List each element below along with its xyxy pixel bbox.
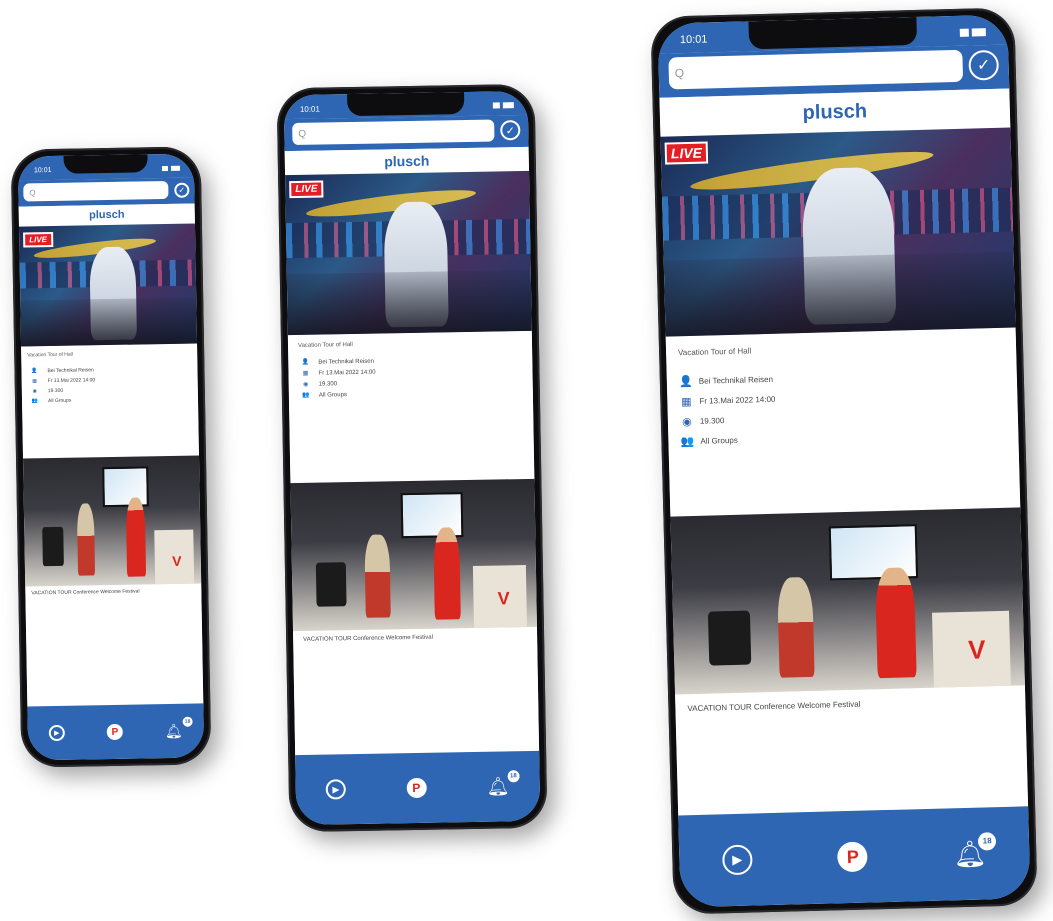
phone-screen: 10:01 Q ✓ plusch LIVE Vacation Tour of H…	[283, 90, 541, 826]
live-stream-thumbnail[interactable]: LIVE	[660, 127, 1016, 337]
eye-icon: ◉	[303, 381, 309, 388]
organizer-row: 👤 Bei Technikal Reisen	[27, 366, 191, 375]
status-icons	[492, 102, 514, 109]
top-bar: Q ✓	[284, 114, 529, 152]
live-badge: LIVE	[23, 231, 54, 248]
audience-row: 👥 All Groups	[28, 396, 192, 405]
live-stream-thumbnail[interactable]: LIVE	[18, 223, 198, 347]
check-circle-icon[interactable]: ✓	[174, 182, 190, 198]
play-tab-icon[interactable]: ▶	[325, 779, 347, 800]
event-photo[interactable]: V	[670, 507, 1025, 695]
bottom-tab-bar: ▶ P 🔔︎ 18	[27, 703, 205, 761]
date-row: ▦ Fr 13.Mai 2022 14:00	[298, 366, 522, 377]
live-stream-thumbnail[interactable]: LIVE	[285, 170, 532, 336]
person-icon: 👤	[678, 375, 693, 389]
views-row: ◉ 19.300	[680, 407, 1006, 429]
search-icon: Q	[674, 66, 685, 81]
check-circle-icon[interactable]: ✓	[500, 120, 521, 141]
phone-medium: 10:01 Q ✓ plusch LIVE Vacation Tour of H…	[276, 83, 548, 833]
status-time: 10:01	[33, 166, 52, 174]
event-card[interactable]: Vacation Tour of Hall 👤 Bei Technikal Rei…	[665, 327, 1021, 517]
event-card[interactable]: Vacation Tour of Hall 👤 Bei Technikal Rei…	[21, 343, 199, 459]
status-time: 10:01	[299, 104, 320, 114]
person-icon: 👤	[31, 368, 38, 375]
event-title: Vacation Tour of Hall	[27, 351, 73, 359]
event-photo[interactable]: V	[290, 478, 537, 632]
bottom-tab-bar: ▶ P 🔔︎ 18	[295, 750, 541, 826]
eye-icon: ◉	[681, 415, 692, 429]
home-tab-icon[interactable]: P	[406, 777, 427, 799]
search-input[interactable]: Q	[292, 119, 495, 146]
views-row: ◉ 19.300	[28, 386, 192, 395]
phone-large: 10:01 Q ✓ plusch LIVE Vacation Tour of H…	[650, 7, 1038, 915]
live-badge: LIVE	[289, 180, 324, 199]
status-icons	[161, 165, 181, 171]
home-tab-icon[interactable]: P	[106, 723, 124, 741]
event-caption[interactable]: VACATION TOUR Conference Welcome Festiva…	[293, 626, 540, 756]
check-circle-icon[interactable]: ✓	[968, 49, 1000, 81]
date-row: ▦ Fr 13.Mai 2022 14:00	[28, 376, 192, 385]
event-caption[interactable]: VACATION TOUR Conference Welcome Festiva…	[25, 583, 204, 707]
bell-icon[interactable]: 🔔︎ 18	[165, 716, 193, 739]
event-title: Vacation Tour of Hall	[677, 346, 752, 358]
search-input[interactable]: Q	[668, 49, 964, 90]
status-time: 10:01	[679, 33, 708, 47]
event-caption[interactable]: VACATION TOUR Conference Welcome Festiva…	[675, 685, 1029, 816]
audience-row: 👥 All Groups	[299, 388, 523, 399]
phone-small: 10:01 Q ✓ plusch LIVE Vacation Tour of H…	[10, 146, 212, 768]
v-logo: V	[497, 588, 510, 609]
phone-screen: 10:01 Q ✓ plusch LIVE Vacation Tour of H…	[657, 14, 1031, 908]
bottom-tab-bar: ▶ P 🔔︎ 18	[678, 806, 1031, 908]
phone-screen: 10:01 Q ✓ plusch LIVE Vacation Tour of H…	[17, 153, 205, 761]
calendar-icon: ▦	[681, 395, 692, 409]
play-tab-icon[interactable]: ▶	[48, 724, 65, 742]
play-tab-icon[interactable]: ▶	[721, 844, 753, 876]
notch	[748, 16, 918, 50]
search-icon: Q	[298, 128, 307, 140]
notch	[63, 154, 149, 174]
group-icon: 👥	[680, 435, 695, 449]
event-photo[interactable]: V	[23, 455, 202, 587]
notification-badge: 18	[182, 716, 193, 727]
event-title: Vacation Tour of Hall	[297, 342, 353, 349]
calendar-icon: ▦	[32, 378, 38, 385]
calendar-icon: ▦	[302, 370, 309, 377]
status-icons	[959, 28, 986, 37]
event-card[interactable]: Vacation Tour of Hall 👤 Bei Technikal Rei…	[287, 330, 535, 484]
views-row: ◉ 19.300	[299, 377, 523, 388]
home-tab-icon[interactable]: P	[837, 841, 869, 873]
top-bar: Q ✓	[18, 177, 195, 207]
date-row: ▦ Fr 13.Mai 2022 14:00	[681, 394, 776, 409]
notification-badge: 18	[507, 769, 520, 782]
eye-icon: ◉	[32, 388, 38, 395]
v-logo: V	[171, 552, 182, 569]
notification-badge: 18	[977, 831, 997, 851]
v-logo: V	[967, 634, 986, 665]
bell-icon[interactable]: 🔔︎ 18	[487, 769, 520, 797]
live-badge: LIVE	[664, 141, 709, 165]
organizer-row: 👤 Bei Technikal Reisen	[678, 374, 774, 389]
notch	[347, 92, 465, 117]
group-icon: 👥	[31, 398, 39, 405]
search-icon: Q	[29, 187, 36, 197]
person-icon: 👤	[301, 359, 310, 366]
organizer-row: 👤 Bei Technikal Reisen	[298, 355, 522, 366]
bell-icon[interactable]: 🔔︎ 18	[953, 831, 997, 870]
group-icon: 👥	[302, 392, 310, 399]
search-input[interactable]: Q	[23, 180, 169, 202]
audience-row: 👥 All Groups	[680, 435, 738, 449]
